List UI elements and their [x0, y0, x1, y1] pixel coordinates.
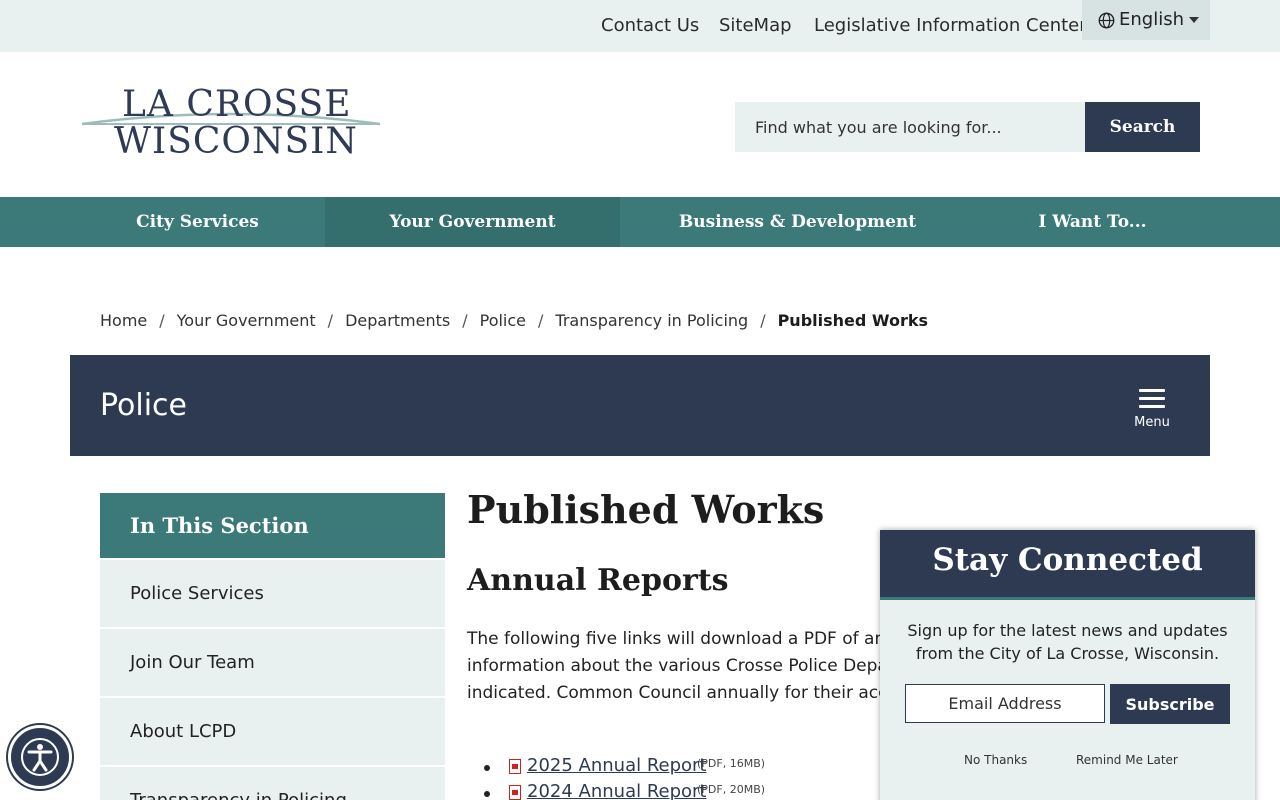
nav-i-want-to[interactable]: I Want To...: [975, 197, 1210, 247]
city-logo[interactable]: LA CROSSE WISCONSIN: [80, 84, 382, 164]
main-nav: City Services Your Government Business &…: [0, 197, 1280, 247]
report-meta: (PDF, 20MB): [697, 783, 766, 796]
pdf-icon: [509, 785, 521, 800]
no-thanks-link[interactable]: No Thanks: [964, 753, 1027, 767]
chevron-down-icon: [1189, 17, 1199, 23]
accessibility-button[interactable]: [8, 725, 72, 789]
pdf-icon: [509, 759, 521, 774]
sidebar-item-about-lcpd[interactable]: About LCPD: [100, 698, 445, 765]
contact-us-link[interactable]: Contact Us: [601, 15, 699, 36]
search-input[interactable]: [735, 102, 1085, 152]
breadcrumb-transparency[interactable]: Transparency in Policing: [555, 311, 748, 330]
page-title: Published Works: [467, 487, 825, 532]
nav-city-services[interactable]: City Services: [70, 197, 325, 247]
breadcrumb-separator: /: [760, 311, 766, 330]
breadcrumb-separator: /: [327, 311, 334, 330]
menu-button[interactable]: Menu: [1130, 389, 1174, 430]
breadcrumb-separator: /: [159, 311, 165, 330]
breadcrumb: Home / Your Government / Departments / Police /…: [100, 311, 928, 330]
section-sidebar: In This Section Police Services Join Our…: [100, 493, 445, 800]
search-button[interactable]: Search: [1085, 102, 1200, 152]
accessibility-icon: [21, 738, 59, 776]
section-banner: Police Menu: [70, 355, 1210, 456]
logo-line-2: WISCONSIN: [114, 121, 358, 162]
breadcrumb-home[interactable]: Home: [100, 311, 147, 330]
subscribe-button[interactable]: Subscribe: [1110, 684, 1230, 724]
sidebar-heading: In This Section: [100, 493, 445, 558]
report-link-2024[interactable]: 2024 Annual Report: [527, 781, 707, 800]
globe-icon: [1098, 12, 1115, 29]
nav-business-development[interactable]: Business & Development: [620, 197, 975, 247]
popup-header: Stay Connected: [880, 530, 1255, 600]
sitemap-link[interactable]: SiteMap: [719, 15, 792, 36]
remind-later-link[interactable]: Remind Me Later: [1076, 753, 1178, 767]
report-meta: (PDF, 16MB): [697, 757, 766, 770]
popup-description: Sign up for the latest news and updates …: [907, 621, 1228, 663]
breadcrumb-separator: /: [538, 311, 544, 330]
sidebar-item-join-our-team[interactable]: Join Our Team: [100, 629, 445, 696]
utility-bar: Contact Us SiteMap Legislative Informati…: [0, 0, 1280, 52]
sidebar-item-transparency[interactable]: Transparency in Policing: [100, 767, 445, 800]
language-label: English: [1119, 9, 1184, 30]
newsletter-popup: Stay Connected Sign up for the latest ne…: [880, 530, 1255, 800]
breadcrumb-departments[interactable]: Departments: [345, 311, 450, 330]
breadcrumb-current: Published Works: [777, 311, 929, 330]
breadcrumb-your-government[interactable]: Your Government: [177, 311, 316, 330]
section-heading: Annual Reports: [467, 563, 729, 598]
hamburger-icon: [1139, 389, 1165, 392]
section-title: Police: [100, 388, 187, 423]
menu-label: Menu: [1134, 415, 1170, 430]
logo-line-1: LA CROSSE: [122, 84, 352, 125]
breadcrumb-separator: /: [462, 311, 468, 330]
legislative-info-link[interactable]: Legislative Information Center: [814, 15, 1087, 36]
sidebar-item-police-services[interactable]: Police Services: [100, 560, 445, 627]
email-field[interactable]: [905, 684, 1105, 723]
report-link-2025[interactable]: 2025 Annual Report: [527, 755, 707, 776]
language-selector[interactable]: English: [1082, 0, 1210, 40]
hamburger-icon: [1139, 397, 1165, 400]
nav-your-government[interactable]: Your Government: [325, 197, 620, 247]
breadcrumb-police[interactable]: Police: [480, 311, 526, 330]
hamburger-icon: [1139, 405, 1165, 408]
popup-title: Stay Connected: [932, 542, 1203, 578]
